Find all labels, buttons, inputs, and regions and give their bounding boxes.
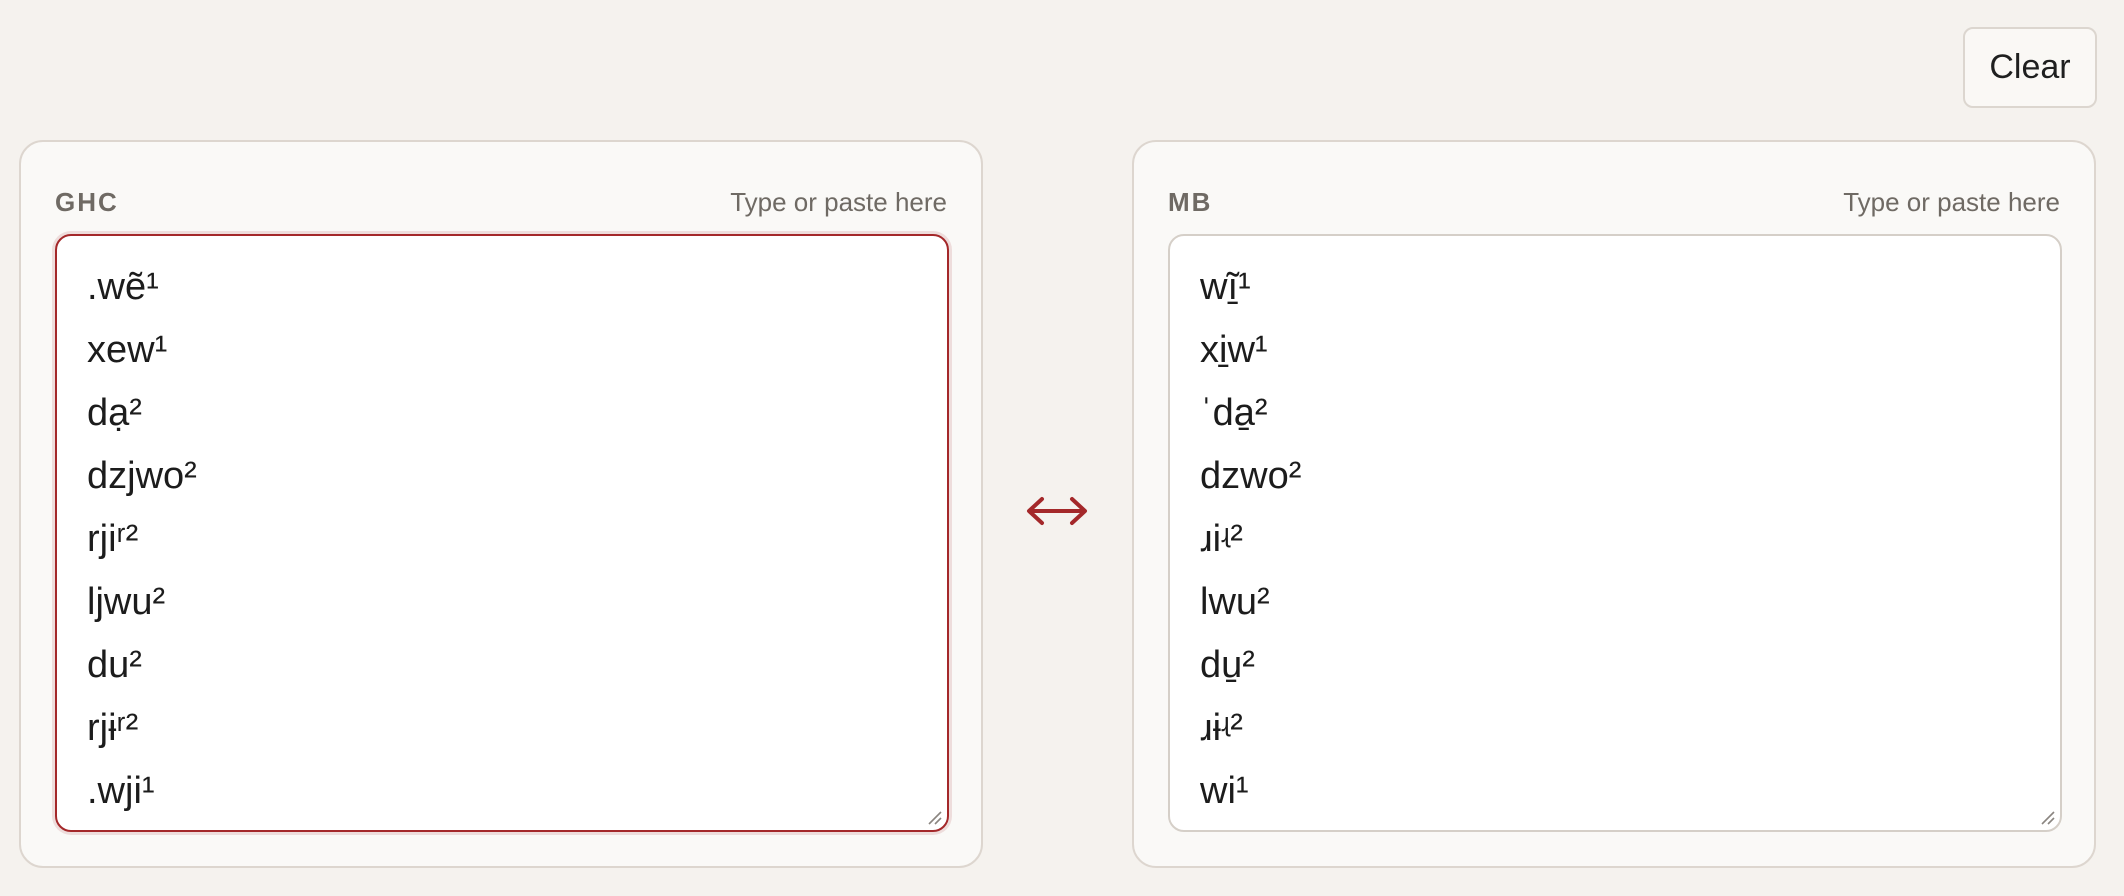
text-line: ljwu² [87,581,166,623]
page: Clear GHC Type or paste here .wẽ¹ xew¹ d… [0,0,2124,896]
text-line: rjɨʳ² [87,707,139,749]
text-line: xi̱w¹ [1200,329,1268,371]
ghc-panel-label: GHC [55,186,119,217]
text-line: ˈda̱² [1200,392,1268,434]
mb-textarea[interactable]: wĩ̱¹ xi̱w¹ ˈda̱² dzwo² ɹiʵ² lwu² du̱² ɹɨ… [1168,234,2062,832]
ghc-textarea-content: .wẽ¹ xew¹ dạ² dzjwo² rjiʳ² ljwu² du² rjɨ… [87,256,917,823]
text-line: dzjwo² [87,455,197,497]
mb-panel-hint: Type or paste here [1843,186,2060,217]
ghc-panel-header: GHC Type or paste here [55,182,947,222]
text-line: dzwo² [1200,455,1302,497]
text-line: ɹiʵ² [1200,518,1243,560]
text-line: .wji¹ [87,770,155,812]
text-line: wĩ̱¹ [1200,266,1251,308]
ghc-textarea[interactable]: .wẽ¹ xew¹ dạ² dzjwo² rjiʳ² ljwu² du² rjɨ… [55,234,949,832]
text-line: rjiʳ² [87,518,139,560]
text-line: du̱² [1200,644,1255,686]
ghc-panel-hint: Type or paste here [730,186,947,217]
mb-panel-label: MB [1168,186,1213,217]
mb-panel: MB Type or paste here wĩ̱¹ xi̱w¹ ˈda̱² d… [1132,140,2096,868]
ghc-panel: GHC Type or paste here .wẽ¹ xew¹ dạ² dzj… [19,140,983,868]
text-line: ɹɨʵ² [1200,707,1243,749]
resize-handle-icon[interactable] [925,808,943,826]
text-line: du² [87,644,142,686]
text-line: lwu² [1200,581,1270,623]
text-line: .wẽ¹ [87,266,159,308]
text-line: xew¹ [87,329,168,371]
mb-textarea-content: wĩ̱¹ xi̱w¹ ˈda̱² dzwo² ɹiʵ² lwu² du̱² ɹɨ… [1200,256,2030,823]
resize-handle-icon[interactable] [2038,808,2056,826]
mb-panel-header: MB Type or paste here [1168,182,2060,222]
text-line: dạ² [87,392,142,434]
clear-button[interactable]: Clear [1963,27,2097,108]
text-line: wi¹ [1200,770,1249,812]
swap-arrows-icon[interactable] [1022,484,1092,538]
